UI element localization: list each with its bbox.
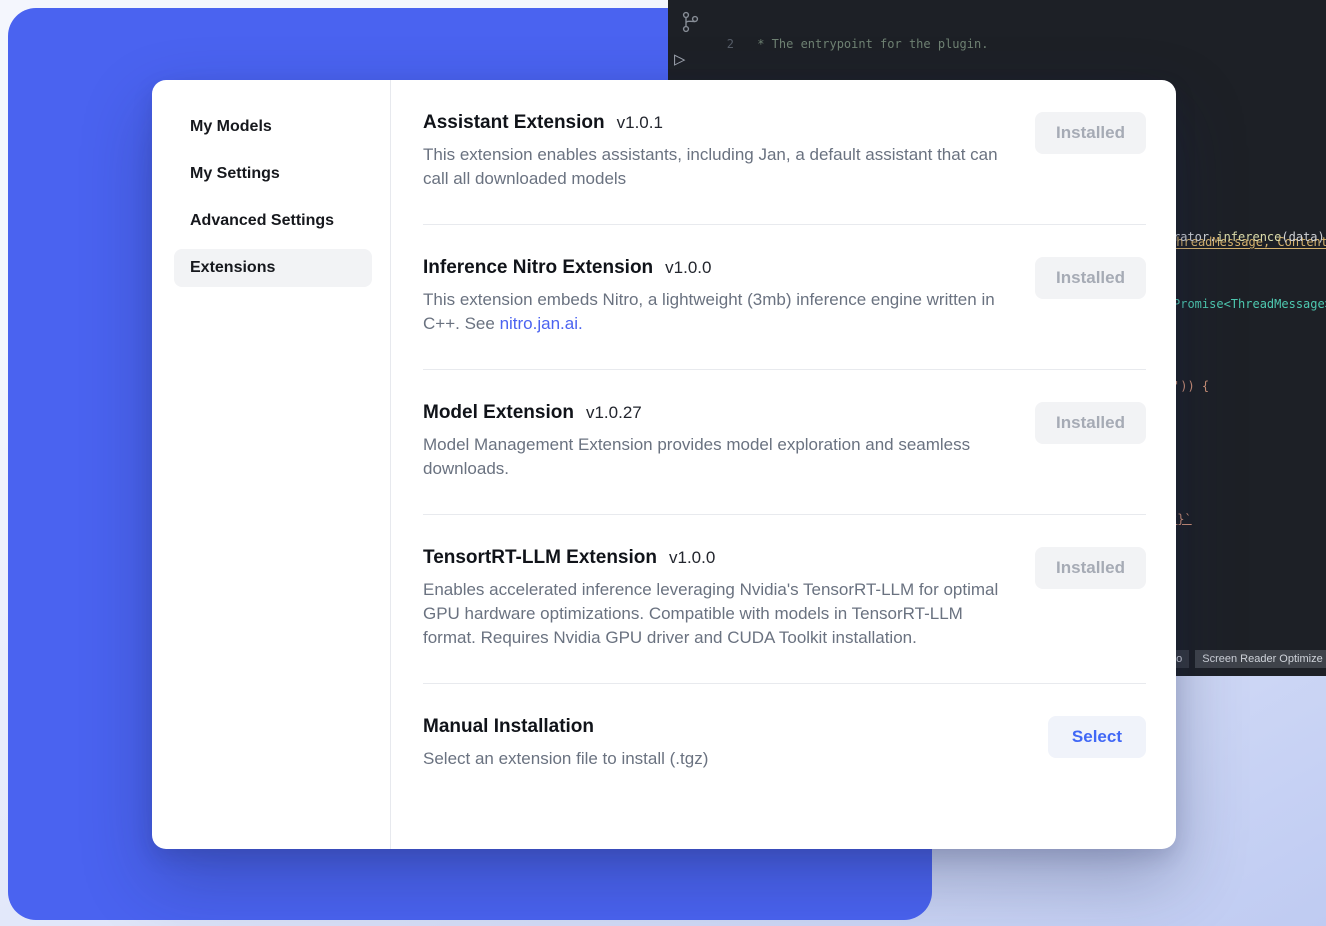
code-comment: * The entrypoint for the plugin. (750, 36, 988, 53)
sidebar-item-my-models[interactable]: My Models (174, 108, 372, 146)
extension-title: Inference Nitro Extension (423, 257, 653, 278)
sidebar-item-extensions[interactable]: Extensions (174, 249, 372, 287)
installed-button[interactable]: Installed (1035, 112, 1146, 154)
extension-description: This extension embeds Nitro, a lightweig… (423, 288, 1001, 336)
run-chevron-icon: ▷ (674, 50, 685, 69)
extension-description: Enables accelerated inference leveraging… (423, 578, 1001, 650)
settings-card: My Models My Settings Advanced Settings … (152, 80, 1176, 849)
sidebar-item-my-settings[interactable]: My Settings (174, 155, 372, 193)
manual-installation-title: Manual Installation (423, 716, 594, 737)
extension-version: v1.0.27 (586, 403, 642, 422)
extension-description: Model Management Extension provides mode… (423, 433, 1001, 481)
extension-title: TensortRT-LLM Extension (423, 547, 657, 568)
extension-title: Model Extension (423, 402, 574, 423)
extension-row-assistant: Assistant Extension v1.0.1 This extension… (423, 90, 1146, 225)
screen-reader-chip: Screen Reader Optimize (1195, 650, 1326, 668)
extension-row-nitro: Inference Nitro Extension v1.0.0 This ext… (423, 225, 1146, 370)
sidebar-item-advanced-settings[interactable]: Advanced Settings (174, 202, 372, 240)
manual-installation-row: Manual Installation Select an extension … (423, 684, 1146, 795)
nitro-jan-ai-link[interactable]: nitro.jan.ai. (500, 314, 583, 333)
code-fragment: Promise<ThreadMessage> (1173, 297, 1326, 311)
screen: ▷ 2 * The entrypoint for the plugin. 3 *… (0, 0, 1326, 926)
select-file-button[interactable]: Select (1048, 716, 1146, 758)
code-line: 2 * The entrypoint for the plugin. (712, 36, 1326, 53)
installed-button[interactable]: Installed (1035, 257, 1146, 299)
code-fragment: ')) { (1173, 379, 1209, 393)
extension-title: Assistant Extension (423, 112, 605, 133)
settings-sidebar: My Models My Settings Advanced Settings … (152, 80, 391, 849)
editor-status-bar: go Screen Reader Optimize (1163, 650, 1326, 668)
extension-version: v1.0.0 (665, 258, 711, 277)
extension-version: v1.0.0 (669, 548, 715, 567)
extension-row-model: Model Extension v1.0.27 Model Management … (423, 370, 1146, 515)
manual-installation-description: Select an extension file to install (.tg… (423, 747, 708, 771)
git-branch-icon (680, 10, 700, 34)
extension-version: v1.0.1 (617, 113, 663, 132)
extension-description: This extension enables assistants, inclu… (423, 143, 1001, 191)
extension-row-tensorrt: TensortRT-LLM Extension v1.0.0 Enables ac… (423, 515, 1146, 684)
installed-button[interactable]: Installed (1035, 547, 1146, 589)
installed-button[interactable]: Installed (1035, 402, 1146, 444)
line-number: 2 (712, 36, 734, 53)
code-fragment: rator.inference(data)); (1173, 230, 1326, 244)
extensions-list: Assistant Extension v1.0.1 This extension… (391, 80, 1176, 849)
